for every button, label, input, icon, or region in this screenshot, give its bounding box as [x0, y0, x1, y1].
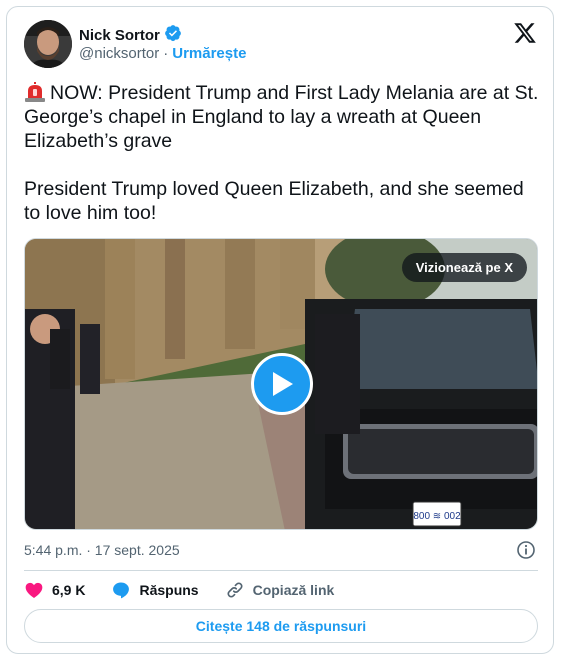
link-icon	[227, 582, 243, 598]
tweet-text-block: NOW: President Trump and First Lady Mela…	[24, 81, 539, 225]
info-icon[interactable]	[516, 540, 536, 560]
play-button[interactable]	[251, 353, 313, 415]
separator-dot: ·	[163, 45, 169, 62]
author-name-row: Nick Sortor	[79, 24, 182, 47]
tweet-card: Nick Sortor @nicksortor · Urmărește NOW:…	[6, 6, 554, 654]
like-count: 6,9 K	[52, 582, 86, 598]
follow-button[interactable]: Urmărește	[172, 45, 246, 62]
reply-label: Răspuns	[139, 582, 199, 598]
author-handle-row: @nicksortor · Urmărește	[79, 45, 246, 62]
heart-icon	[25, 582, 43, 598]
like-button[interactable]: 6,9 K	[24, 580, 85, 600]
play-icon	[273, 372, 293, 396]
reply-button[interactable]: Răspuns	[111, 580, 199, 600]
tweet-timestamp[interactable]: 5:44 p.m. · 17 sept. 2025	[24, 542, 180, 558]
tweet-text: NOW: President Trump and First Lady Mela…	[24, 82, 539, 224]
copy-link-button[interactable]: Copiază link	[225, 580, 335, 600]
license-plate: 800 ≋ 002	[413, 511, 461, 522]
x-logo-icon[interactable]	[513, 21, 537, 45]
reply-bubble-icon	[113, 582, 130, 599]
verified-badge-icon	[164, 24, 182, 47]
author-handle[interactable]: @nicksortor	[79, 45, 159, 62]
author-name[interactable]: Nick Sortor	[79, 27, 160, 44]
avatar[interactable]	[24, 20, 72, 68]
siren-emoji-icon	[24, 82, 46, 102]
watch-on-x-button[interactable]: Vizionează pe X	[401, 253, 527, 282]
video-player[interactable]: 800 ≋ 002 Vizionează pe X	[24, 238, 538, 530]
action-bar: 6,9 K Răspuns Copiază link	[24, 579, 360, 601]
read-replies-button[interactable]: Citește 148 de răspunsuri	[24, 609, 538, 643]
divider	[24, 570, 538, 571]
copy-link-label: Copiază link	[252, 582, 335, 598]
